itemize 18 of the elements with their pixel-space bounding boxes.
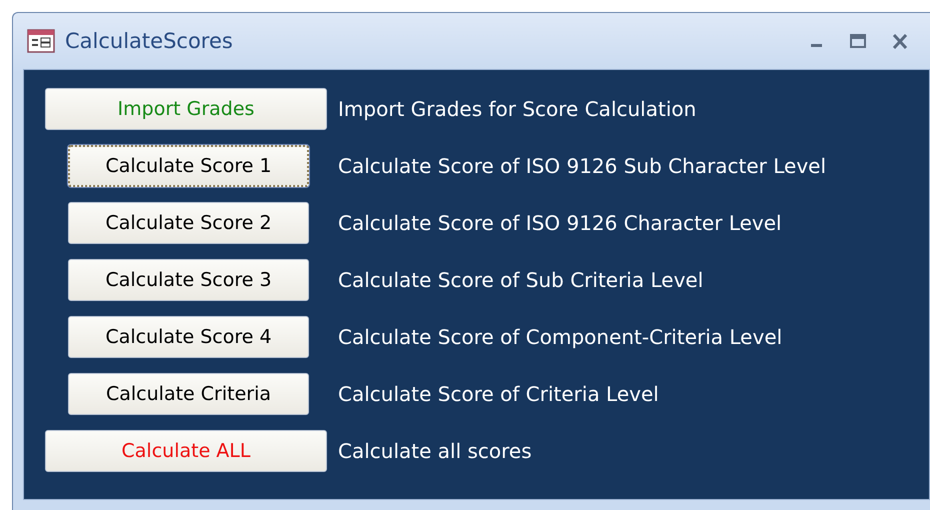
description-text: Import Grades for Score Calculation [338, 97, 696, 121]
close-icon[interactable] [892, 34, 908, 48]
maximize-icon[interactable] [850, 34, 866, 48]
description-text: Calculate Score of ISO 9126 Character Level [338, 211, 782, 235]
description-text: Calculate Score of Criteria Level [338, 382, 659, 406]
form-icon [27, 29, 55, 53]
action-button[interactable]: Calculate ALL [45, 430, 327, 472]
action-button[interactable]: Calculate Score 1 [68, 145, 309, 187]
description-text: Calculate all scores [338, 439, 532, 463]
description-text: Calculate Score of ISO 9126 Sub Character Level [338, 154, 826, 178]
window-title: CalculateScores [65, 29, 234, 53]
action-button[interactable]: Calculate Criteria [68, 373, 309, 415]
action-button[interactable]: Import Grades [45, 88, 327, 130]
description-text: Calculate Score of Component-Criteria Level [338, 325, 782, 349]
description-text: Calculate Score of Sub Criteria Level [338, 268, 704, 292]
action-button[interactable]: Calculate Score 3 [68, 259, 309, 301]
action-button[interactable]: Calculate Score 2 [68, 202, 309, 244]
action-button[interactable]: Calculate Score 4 [68, 316, 309, 358]
